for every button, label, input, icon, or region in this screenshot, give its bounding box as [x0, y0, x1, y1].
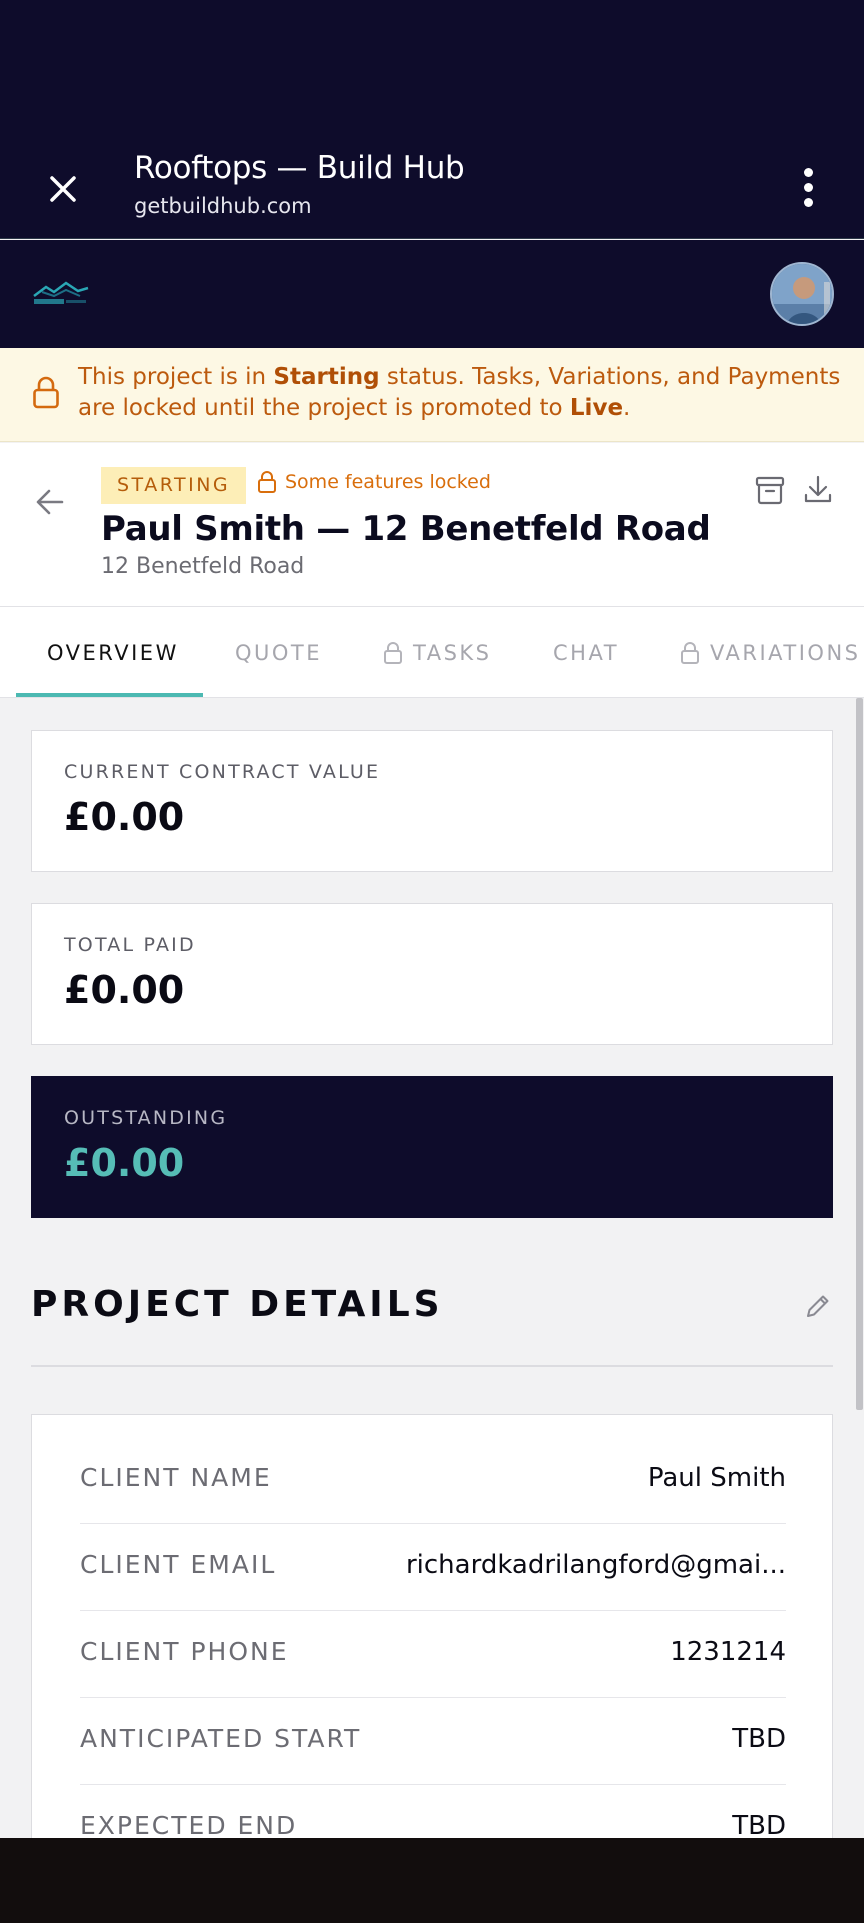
lock-icon	[384, 641, 402, 664]
section-title: PROJECT DETAILS	[31, 1284, 444, 1325]
tab-tasks[interactable]: TASKS	[383, 607, 492, 697]
lock-icon	[32, 376, 60, 410]
detail-value[interactable]: 1231214	[670, 1637, 786, 1667]
total-paid-card: TOTAL PAID £0.00	[31, 903, 833, 1045]
project-details-card: CLIENT NAME Paul Smith CLIENT EMAIL rich…	[31, 1414, 833, 1894]
total-paid-value: £0.00	[64, 968, 185, 1012]
browser-url: getbuildhub.com	[134, 194, 312, 218]
close-icon[interactable]	[44, 170, 82, 208]
project-address: 12 Benetfeld Road	[101, 554, 305, 579]
back-arrow-icon[interactable]	[34, 486, 66, 518]
detail-label: CLIENT EMAIL	[80, 1550, 277, 1579]
outstanding-card: OUTSTANDING £0.00	[31, 1076, 833, 1218]
locked-features-note: Some features locked	[257, 470, 491, 494]
scrollbar[interactable]	[856, 698, 863, 1410]
detail-row-client-phone: CLIENT PHONE 1231214	[80, 1611, 786, 1698]
detail-label: CLIENT PHONE	[80, 1637, 289, 1666]
banner-message: This project is in Starting status. Task…	[78, 364, 841, 421]
detail-label: ANTICIPATED START	[80, 1724, 362, 1753]
company-logo[interactable]	[32, 278, 90, 310]
navigation-bar	[0, 1838, 864, 1923]
project-tabs: OVERVIEW QUOTE TASKS CHAT VARIATIONS	[0, 607, 864, 698]
tab-overview[interactable]: OVERVIEW	[47, 607, 179, 697]
page-title: Paul Smith — 12 Benetfeld Road	[101, 509, 711, 549]
lock-icon	[258, 471, 276, 493]
detail-row-client-email: CLIENT EMAIL richardkadrilangford@gmai..…	[80, 1524, 786, 1611]
project-header: STARTING Some features locked Paul Smith…	[0, 443, 864, 607]
detail-label: CLIENT NAME	[80, 1463, 272, 1492]
detail-row-anticipated-start: ANTICIPATED START TBD	[80, 1698, 786, 1785]
contract-value-card: CURRENT CONTRACT VALUE £0.00	[31, 730, 833, 872]
lock-icon	[681, 641, 699, 664]
contract-value: £0.00	[64, 795, 185, 839]
tab-variations[interactable]: VARIATIONS	[680, 607, 861, 697]
tab-quote[interactable]: QUOTE	[235, 607, 322, 697]
detail-label: EXPECTED END	[80, 1811, 298, 1840]
contract-value-label: CURRENT CONTRACT VALUE	[64, 761, 381, 783]
status-badge: STARTING	[101, 467, 247, 504]
outstanding-label: OUTSTANDING	[64, 1107, 228, 1129]
edit-pencil-icon[interactable]	[803, 1291, 833, 1321]
more-options-icon[interactable]	[802, 168, 814, 208]
browser-toolbar: Rooftops — Build Hub getbuildhub.com	[0, 138, 864, 239]
active-tab-indicator	[16, 693, 203, 697]
avatar[interactable]	[770, 262, 834, 326]
app-header	[0, 240, 864, 348]
detail-row-client-name: CLIENT NAME Paul Smith	[80, 1437, 786, 1524]
detail-value: TBD	[732, 1724, 786, 1754]
outstanding-value: £0.00	[64, 1141, 185, 1185]
archive-icon[interactable]	[754, 474, 786, 506]
divider	[31, 1365, 833, 1367]
tab-chat[interactable]: CHAT	[553, 607, 619, 697]
total-paid-label: TOTAL PAID	[64, 934, 196, 956]
detail-value: TBD	[732, 1811, 786, 1841]
status-bar	[0, 0, 864, 138]
detail-value[interactable]: richardkadrilangford@gmai...	[406, 1550, 786, 1580]
locked-status-banner: This project is in Starting status. Task…	[0, 348, 864, 442]
detail-value: Paul Smith	[647, 1463, 786, 1493]
browser-title: Rooftops — Build Hub	[134, 150, 465, 186]
download-icon[interactable]	[802, 474, 834, 506]
